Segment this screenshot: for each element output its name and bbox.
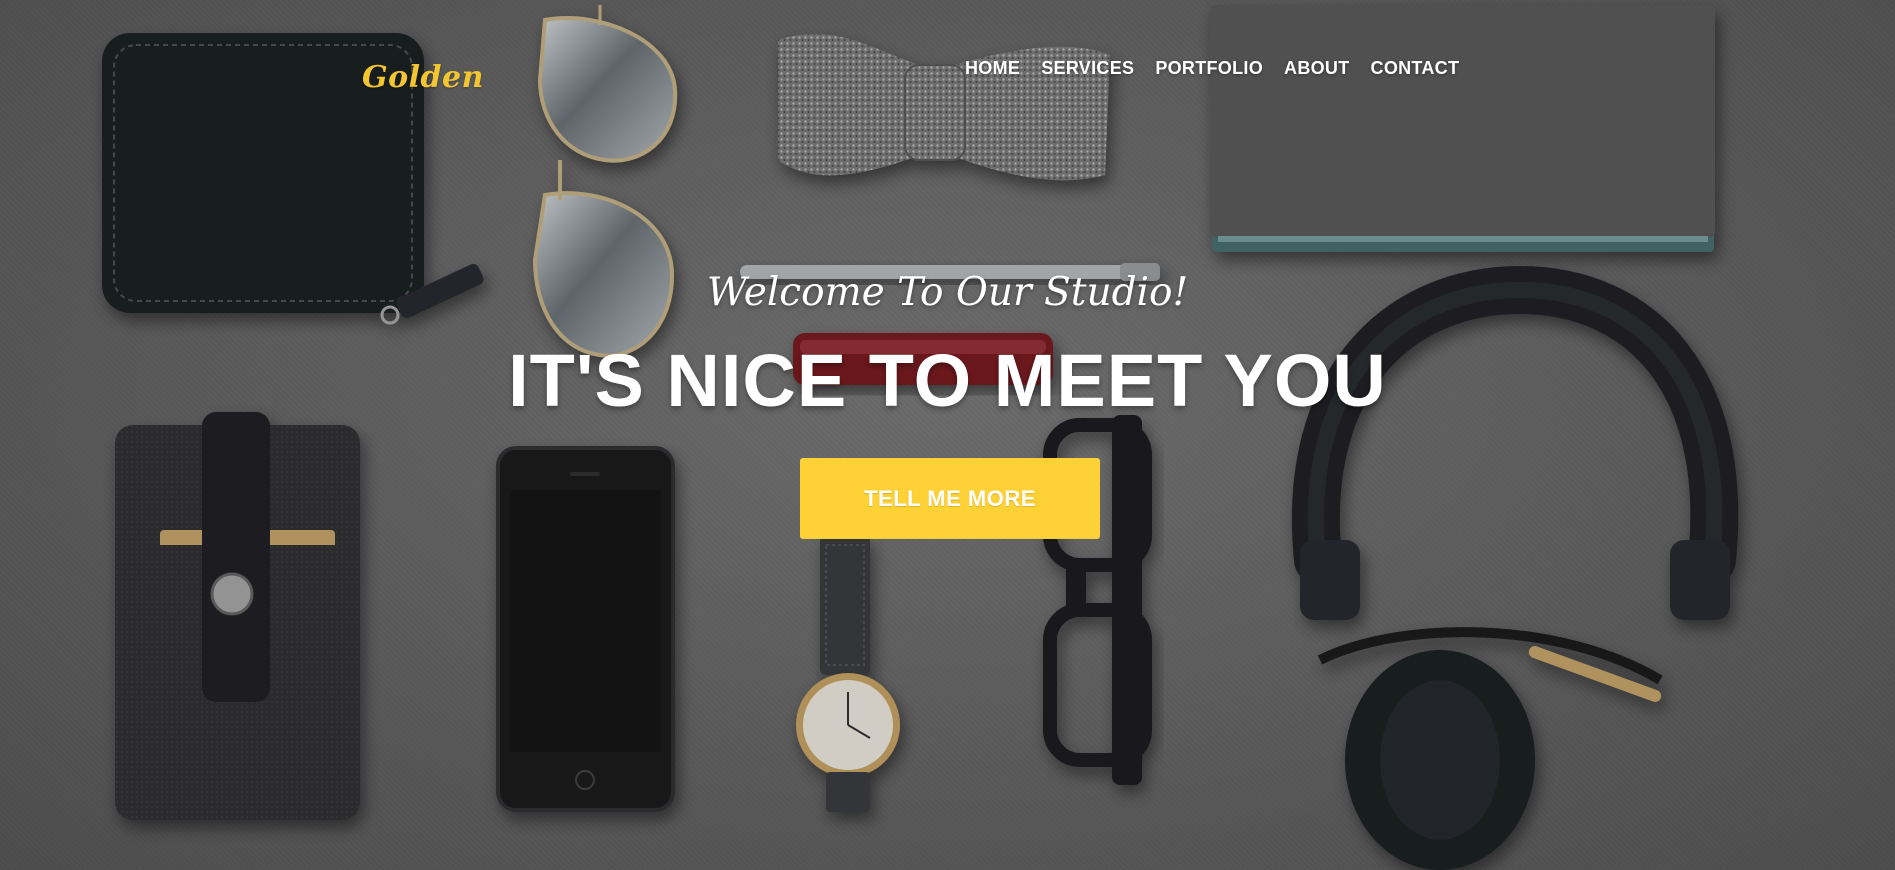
hero-subheading: Welcome To Our Studio! (706, 270, 1189, 315)
nav-item-services[interactable]: SERVICES (1041, 58, 1134, 79)
nav-item-home[interactable]: HOME (965, 58, 1020, 79)
tell-me-more-button[interactable]: TELL ME MORE (800, 458, 1100, 539)
brand-logo[interactable]: Golden (362, 60, 484, 95)
hero-section: Golden HOME SERVICES PORTFOLIO ABOUT CON… (0, 0, 1895, 870)
nav-item-about[interactable]: ABOUT (1284, 58, 1350, 79)
nav-item-portfolio[interactable]: PORTFOLIO (1155, 58, 1263, 79)
nav-menu: HOME SERVICES PORTFOLIO ABOUT CONTACT (965, 58, 1459, 79)
hero-heading: IT'S NICE TO MEET YOU (508, 339, 1387, 422)
nav-item-contact[interactable]: CONTACT (1371, 58, 1460, 79)
navbar: Golden HOME SERVICES PORTFOLIO ABOUT CON… (0, 0, 1895, 140)
